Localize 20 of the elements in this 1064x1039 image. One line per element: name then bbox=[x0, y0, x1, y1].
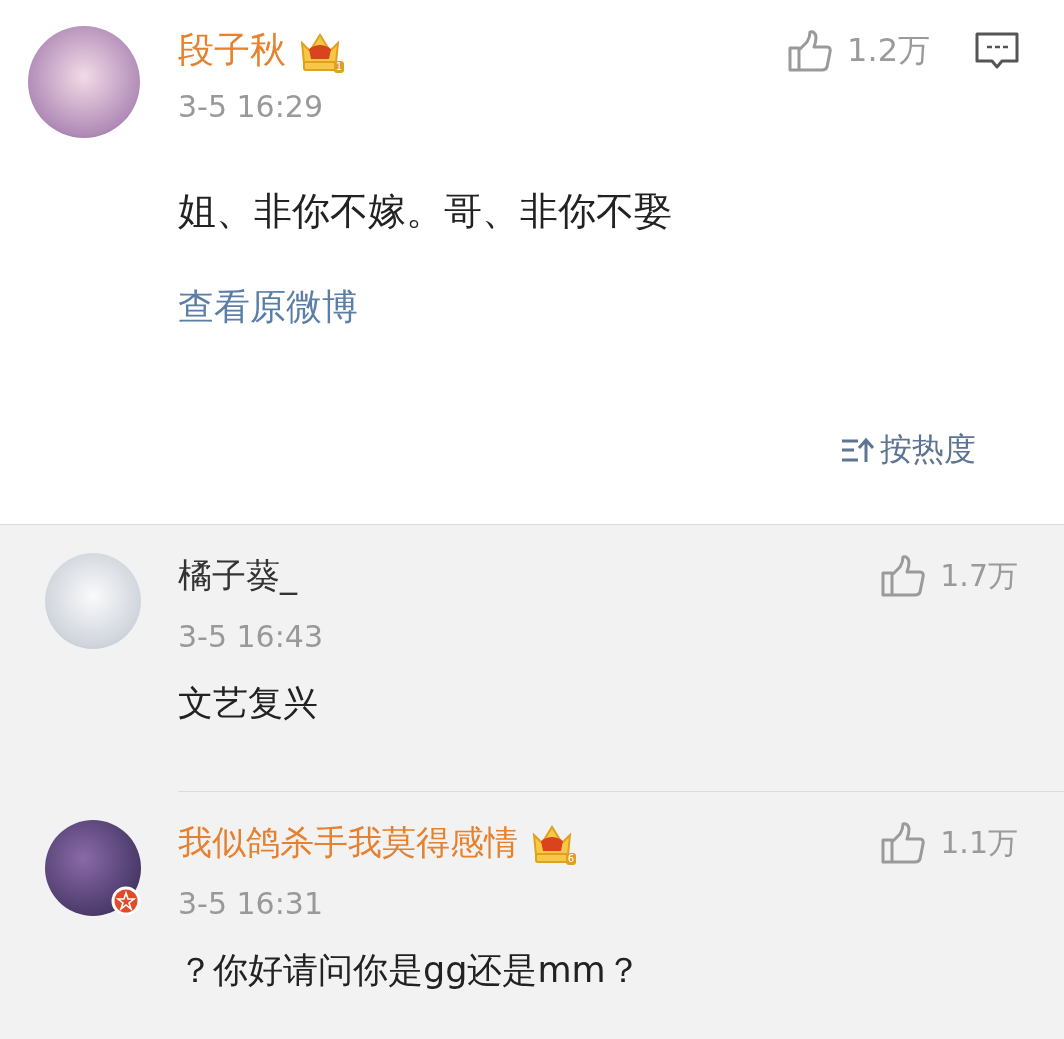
sort-icon bbox=[840, 436, 874, 464]
comment-icon[interactable] bbox=[974, 30, 1020, 71]
verified-badge-icon bbox=[111, 886, 141, 916]
thumbs-up-icon bbox=[880, 821, 927, 865]
username[interactable]: 橘子葵_ bbox=[178, 553, 297, 599]
like-button[interactable]: 1.2万 bbox=[787, 28, 930, 73]
comment-text: ？你好请问你是gg还是mm？ bbox=[178, 949, 642, 992]
thumbs-up-icon bbox=[880, 554, 927, 598]
sort-button[interactable]: 按热度 bbox=[840, 428, 976, 472]
username[interactable]: 我似鸽杀手我莫得感情 bbox=[178, 820, 518, 866]
like-button[interactable]: 1.7万 bbox=[880, 554, 1018, 598]
comment-text: 文艺复兴 bbox=[178, 682, 319, 725]
username[interactable]: 段子秋 bbox=[178, 26, 286, 75]
timestamp: 3-5 16:29 bbox=[178, 89, 324, 124]
thumbs-up-icon bbox=[787, 28, 834, 73]
timestamp: 3-5 16:31 bbox=[178, 886, 324, 921]
like-button[interactable]: 1.1万 bbox=[880, 821, 1018, 865]
timestamp: 3-5 16:43 bbox=[178, 619, 324, 654]
comment-text: 姐、非你不嫁。哥、非你不娶 bbox=[178, 188, 673, 235]
view-original-link[interactable]: 查看原微博 bbox=[178, 283, 1018, 332]
